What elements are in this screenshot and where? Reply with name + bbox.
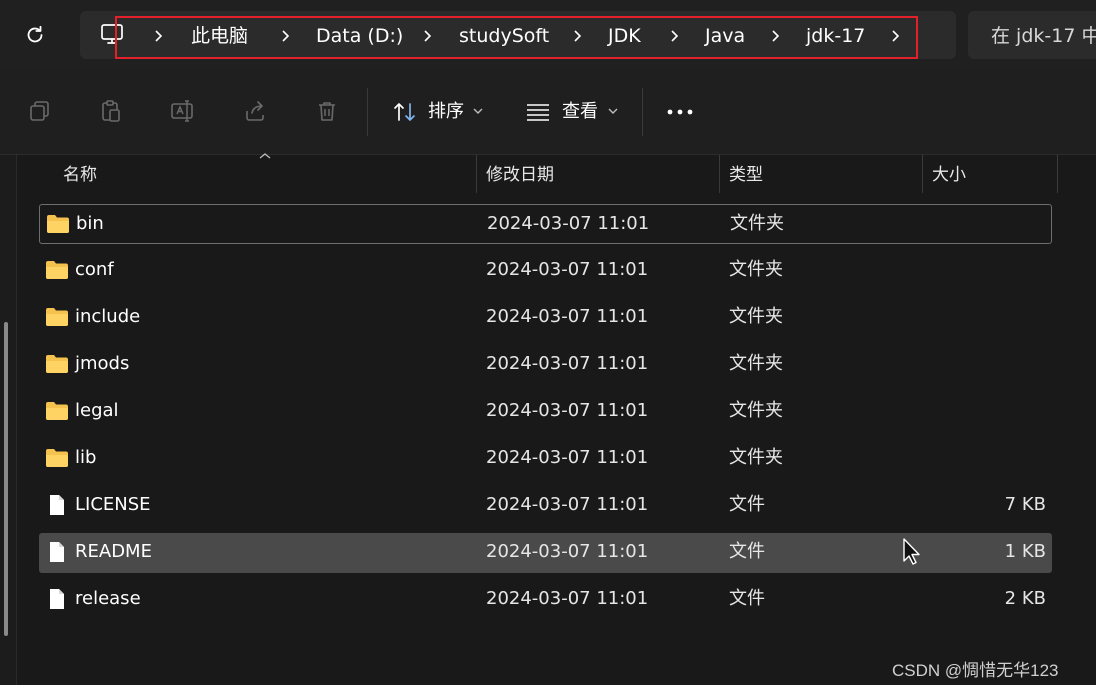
column-divider[interactable] <box>1057 155 1058 193</box>
column-divider[interactable] <box>476 155 477 193</box>
file-size: 7 KB <box>1004 494 1046 515</box>
document-icon <box>50 495 64 515</box>
folder-icon <box>46 402 68 420</box>
share-icon <box>246 101 264 121</box>
file-name: include <box>75 306 141 327</box>
folder-row[interactable]: jmods 2024-03-07 11:01 文件夹 <box>39 345 1052 385</box>
delete-icon <box>319 102 335 121</box>
file-modified-date: 2024-03-07 11:01 <box>486 306 649 327</box>
column-divider[interactable] <box>922 155 923 193</box>
column-header-type[interactable]: 类型 <box>729 164 763 186</box>
file-modified-date: 2024-03-07 11:01 <box>487 213 650 234</box>
file-name: bin <box>76 213 104 234</box>
folder-row[interactable]: bin 2024-03-07 11:01 文件夹 <box>39 204 1052 244</box>
file-name: jmods <box>75 353 130 374</box>
file-name: lib <box>75 447 97 468</box>
copy-button[interactable] <box>26 97 54 125</box>
breadcrumb-separator-icon[interactable] <box>667 24 681 48</box>
file-type: 文件夹 <box>729 306 783 327</box>
chevron-down-icon <box>608 108 618 114</box>
file-modified-date: 2024-03-07 11:01 <box>486 494 649 515</box>
more-options-icon[interactable] <box>666 108 694 116</box>
sort-label[interactable]: 排序 <box>428 100 464 124</box>
view-list-icon <box>527 104 549 121</box>
folder-row[interactable]: include 2024-03-07 11:01 文件夹 <box>39 298 1052 338</box>
file-modified-date: 2024-03-07 11:01 <box>486 447 649 468</box>
breadcrumb-jdk[interactable]: JDK <box>608 24 641 48</box>
file-type: 文件夹 <box>729 353 783 374</box>
search-placeholder: 在 jdk-17 中 <box>991 25 1096 47</box>
view-label[interactable]: 查看 <box>562 100 598 124</box>
share-button[interactable] <box>241 97 269 125</box>
file-type: 文件夹 <box>730 213 784 234</box>
copy-icon <box>30 101 49 121</box>
folder-icon <box>46 355 68 373</box>
paste-button[interactable] <box>97 97 125 125</box>
folder-row[interactable]: conf 2024-03-07 11:01 文件夹 <box>39 251 1052 291</box>
mouse-cursor-icon <box>903 538 920 565</box>
delete-button[interactable] <box>313 97 341 125</box>
file-type: 文件夹 <box>729 259 783 280</box>
file-row[interactable]: LICENSE 2024-03-07 11:01 文件 7 KB <box>39 486 1052 526</box>
file-explorer-window: 此电脑 Data (D:) studySoft JDK Java jdk-17 … <box>0 0 1096 685</box>
folder-row[interactable]: legal 2024-03-07 11:01 文件夹 <box>39 392 1052 432</box>
document-icon <box>50 589 64 609</box>
chevron-down-icon <box>473 108 483 114</box>
breadcrumb-separator-icon[interactable] <box>278 24 292 48</box>
this-pc-icon[interactable] <box>100 22 128 48</box>
folder-row[interactable]: lib 2024-03-07 11:01 文件夹 <box>39 439 1052 479</box>
folder-icon <box>46 261 68 279</box>
file-modified-date: 2024-03-07 11:01 <box>486 259 649 280</box>
file-modified-date: 2024-03-07 11:01 <box>486 400 649 421</box>
breadcrumb-separator-icon[interactable] <box>570 24 584 48</box>
file-name: README <box>75 541 152 562</box>
file-type: 文件夹 <box>729 400 783 421</box>
document-icon <box>50 542 64 562</box>
file-name: legal <box>75 400 119 421</box>
breadcrumb-separator-icon[interactable] <box>151 24 165 48</box>
file-type: 文件 <box>729 494 765 515</box>
rename-icon <box>171 100 193 122</box>
toolbar-divider <box>642 88 643 136</box>
breadcrumb-separator-icon[interactable] <box>768 24 782 48</box>
sort-ascending-icon <box>259 153 271 159</box>
file-name: release <box>75 588 141 609</box>
sort-icon <box>394 103 415 121</box>
toolbar-divider <box>367 88 368 136</box>
file-size: 1 KB <box>1004 541 1046 562</box>
file-type: 文件 <box>729 588 765 609</box>
file-modified-date: 2024-03-07 11:01 <box>486 588 649 609</box>
file-type: 文件夹 <box>729 447 783 468</box>
refresh-icon <box>27 25 43 43</box>
navigation-scrollbar[interactable] <box>4 322 8 636</box>
navigation-pane <box>0 155 16 685</box>
file-modified-date: 2024-03-07 11:01 <box>486 541 649 562</box>
breadcrumb-studysoft[interactable]: studySoft <box>459 24 549 48</box>
file-name: conf <box>75 259 114 280</box>
breadcrumb-separator-icon[interactable] <box>420 24 434 48</box>
watermark: CSDN @惆惜无华123 <box>892 661 1059 680</box>
file-name: LICENSE <box>75 494 151 515</box>
paste-icon <box>102 100 120 122</box>
breadcrumb-data-drive[interactable]: Data (D:) <box>316 24 403 48</box>
rename-button[interactable] <box>169 97 197 125</box>
column-divider[interactable] <box>719 155 720 193</box>
file-modified-date: 2024-03-07 11:01 <box>486 353 649 374</box>
column-header-modified[interactable]: 修改日期 <box>486 164 554 186</box>
folder-icon <box>46 308 68 326</box>
file-row[interactable]: release 2024-03-07 11:01 文件 2 KB <box>39 580 1052 620</box>
file-type: 文件 <box>729 541 765 562</box>
breadcrumb-this-pc[interactable]: 此电脑 <box>191 24 248 48</box>
breadcrumb-java[interactable]: Java <box>705 24 745 48</box>
column-header-size[interactable]: 大小 <box>932 164 966 186</box>
pane-divider <box>16 155 17 685</box>
column-header-name[interactable]: 名称 <box>63 164 97 186</box>
file-row[interactable]: README 2024-03-07 11:01 文件 1 KB <box>39 533 1052 573</box>
folder-icon <box>46 449 68 467</box>
folder-icon <box>47 215 69 233</box>
file-size: 2 KB <box>1004 588 1046 609</box>
refresh-button[interactable] <box>20 20 50 50</box>
breadcrumb-jdk-17[interactable]: jdk-17 <box>806 24 865 48</box>
breadcrumb-expand-icon[interactable] <box>888 24 902 48</box>
